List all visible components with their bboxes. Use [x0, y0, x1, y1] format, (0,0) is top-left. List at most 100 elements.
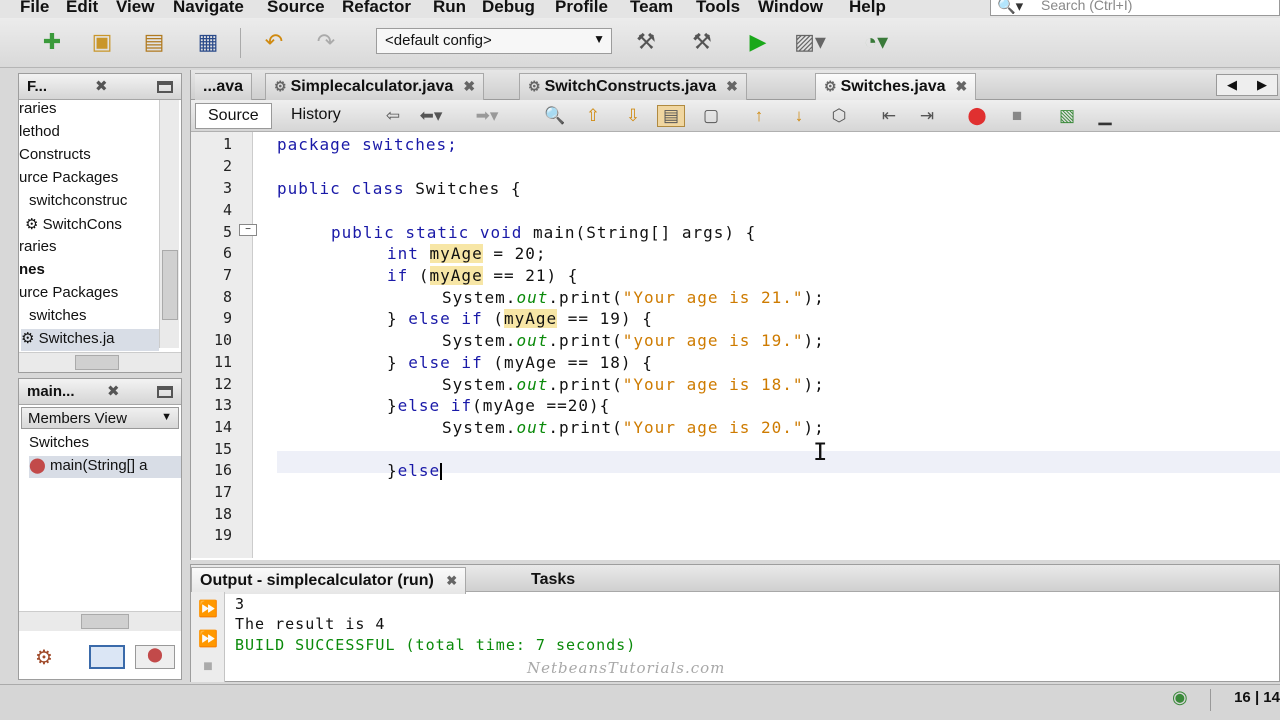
code-token: if	[387, 266, 409, 285]
class-node[interactable]: Switches	[29, 434, 89, 451]
undo-icon[interactable]: ↶	[256, 26, 292, 58]
code-token: (myAge == 18) {	[482, 353, 653, 372]
new-project-icon[interactable]: ▣	[84, 26, 120, 58]
code-token: System.	[442, 331, 517, 350]
tab-output[interactable]: Output - simplecalculator (run) ✖	[191, 567, 467, 594]
code-line-7: if (myAge == 21) {	[387, 266, 578, 285]
menu-source[interactable]: Source	[267, 0, 325, 17]
notifications-icon[interactable]: ◉	[1172, 687, 1188, 708]
find-next-icon[interactable]: ⇩	[619, 105, 647, 127]
toggle-rect-select-icon[interactable]: ▢	[697, 105, 725, 127]
close-icon[interactable]: ✖	[95, 77, 108, 95]
clean-build-icon[interactable]: ⚒	[684, 26, 720, 58]
open-project-icon[interactable]: ▤	[136, 26, 172, 58]
menu-window[interactable]: Window	[758, 0, 823, 17]
menu-help[interactable]: Help	[849, 0, 886, 17]
debug-icon[interactable]: ▨▾	[792, 26, 828, 58]
next-bookmark-icon[interactable]: ↓	[785, 105, 813, 127]
scrollbar-thumb[interactable]	[81, 614, 129, 629]
menu-refactor[interactable]: Refactor	[342, 0, 411, 17]
tree-item[interactable]: Constructs	[19, 146, 91, 163]
forward-icon[interactable]: ➡▾	[473, 105, 501, 127]
menu-file[interactable]: File	[20, 0, 49, 17]
stop-icon[interactable]: ■	[194, 656, 222, 678]
save-all-icon[interactable]: ▦	[190, 26, 226, 58]
fold-collapse-icon[interactable]: −	[239, 224, 257, 236]
editor-tab-switchconstructs[interactable]: ⚙ SwitchConstructs.java ✖	[519, 73, 747, 100]
tree-item[interactable]: urce Packages	[19, 284, 118, 301]
editor-tab-truncated[interactable]: ...ava	[195, 73, 253, 100]
tree-item[interactable]: raries	[19, 100, 57, 117]
code-editor[interactable]: package switches; public class Switches …	[277, 132, 1280, 558]
close-tab-icon[interactable]: ✖	[726, 78, 738, 94]
search-input[interactable]: 🔍▾ Search (Ctrl+I)	[990, 0, 1280, 16]
scrollbar-thumb[interactable]	[162, 250, 178, 320]
tree-item[interactable]: urce Packages	[19, 169, 118, 186]
members-view-select[interactable]: Members View ▼	[21, 407, 179, 429]
rerun-icon[interactable]: ⏩	[194, 598, 222, 620]
editor-tab-switches[interactable]: ⚙ Switches.java ✖	[815, 73, 977, 100]
rerun-different-icon[interactable]: ⏩	[194, 628, 222, 650]
tab-tasks[interactable]: Tasks	[523, 567, 583, 593]
menu-tools[interactable]: Tools	[696, 0, 740, 17]
static-filter-icon[interactable]: ⬤	[135, 645, 175, 669]
tab-source[interactable]: Source	[195, 103, 272, 129]
fields-filter-icon[interactable]	[89, 645, 125, 669]
config-select[interactable]: <default config> ▼	[376, 28, 612, 54]
menu-team[interactable]: Team	[630, 0, 673, 17]
shift-left-icon[interactable]: ⇤	[875, 105, 903, 127]
tree-item[interactable]: switches	[29, 307, 87, 324]
line-number: 18	[213, 505, 232, 523]
menu-edit[interactable]: Edit	[66, 0, 98, 17]
horizontal-scrollbar[interactable]	[19, 352, 181, 372]
menu-debug[interactable]: Debug	[482, 0, 535, 17]
horizontal-scrollbar[interactable]	[19, 611, 181, 631]
menu-view[interactable]: View	[116, 0, 154, 17]
close-icon[interactable]: ✖	[107, 382, 120, 400]
editor-tab-simplecalculator[interactable]: ⚙ Simplecalculator.java ✖	[265, 73, 485, 100]
tab-navigation[interactable]: ◀ ▶	[1216, 74, 1278, 96]
tree-item[interactable]: switchconstruc	[29, 192, 127, 209]
tab-history[interactable]: History	[279, 103, 353, 129]
run-icon[interactable]: ▶	[740, 26, 776, 58]
previous-bookmark-icon[interactable]: ↑	[745, 105, 773, 127]
filter-icon[interactable]: ⚙	[35, 645, 53, 670]
find-icon[interactable]: 🔍	[541, 105, 569, 127]
new-file-icon[interactable]: ✚	[34, 26, 70, 58]
menu-run[interactable]: Run	[433, 0, 466, 17]
tree-item[interactable]: nes	[19, 261, 45, 278]
close-icon[interactable]: ✖	[446, 573, 457, 588]
maximize-icon[interactable]	[157, 81, 173, 93]
close-tab-icon[interactable]: ✖	[956, 78, 968, 94]
menu-navigate[interactable]: Navigate	[173, 0, 244, 17]
tree-item-selected[interactable]: ⚙ Switches.ja	[21, 329, 159, 351]
redo-icon[interactable]: ↷	[308, 26, 344, 58]
find-previous-icon[interactable]: ⇧	[579, 105, 607, 127]
menu-profile[interactable]: Profile	[555, 0, 608, 17]
last-edit-icon[interactable]: ⇦	[379, 105, 407, 127]
build-hammer-icon[interactable]: ⚒	[628, 26, 664, 58]
toggle-highlight-icon[interactable]: ▤	[657, 105, 685, 127]
tree-item-file[interactable]: ⚙ SwitchCons	[25, 215, 122, 233]
start-macro-icon[interactable]: ⬤	[963, 105, 991, 127]
tree-item[interactable]: lethod	[19, 123, 60, 140]
comment-icon[interactable]: ▧	[1053, 105, 1081, 127]
tree-item[interactable]: raries	[19, 238, 57, 255]
uncomment-icon[interactable]: ▁	[1091, 105, 1119, 127]
stop-macro-icon[interactable]: ■	[1003, 105, 1031, 127]
chevron-left-icon[interactable]: ◀	[1227, 77, 1237, 93]
toggle-bookmark-icon[interactable]: ⬡	[825, 105, 853, 127]
shift-right-icon[interactable]: ⇥	[913, 105, 941, 127]
chevron-right-icon[interactable]: ▶	[1257, 77, 1267, 93]
profile-icon[interactable]: ◔▾	[858, 26, 894, 58]
maximize-icon[interactable]	[157, 386, 173, 398]
close-tab-icon[interactable]: ✖	[463, 78, 475, 94]
editor-toolbar: Source History ⇦ ⬅▾ ➡▾ 🔍 ⇧ ⇩ ▤ ▢ ↑ ↓ ⬡ ⇤…	[191, 100, 1280, 132]
code-line-16: }else	[387, 461, 443, 480]
method-node[interactable]: ⬤ main(String[] a	[29, 456, 181, 478]
back-icon[interactable]: ⬅▾	[417, 105, 445, 127]
vertical-scrollbar[interactable]	[159, 100, 179, 348]
line-number: 4	[222, 201, 232, 219]
scrollbar-thumb[interactable]	[75, 355, 119, 370]
line-number: 17	[213, 483, 232, 501]
